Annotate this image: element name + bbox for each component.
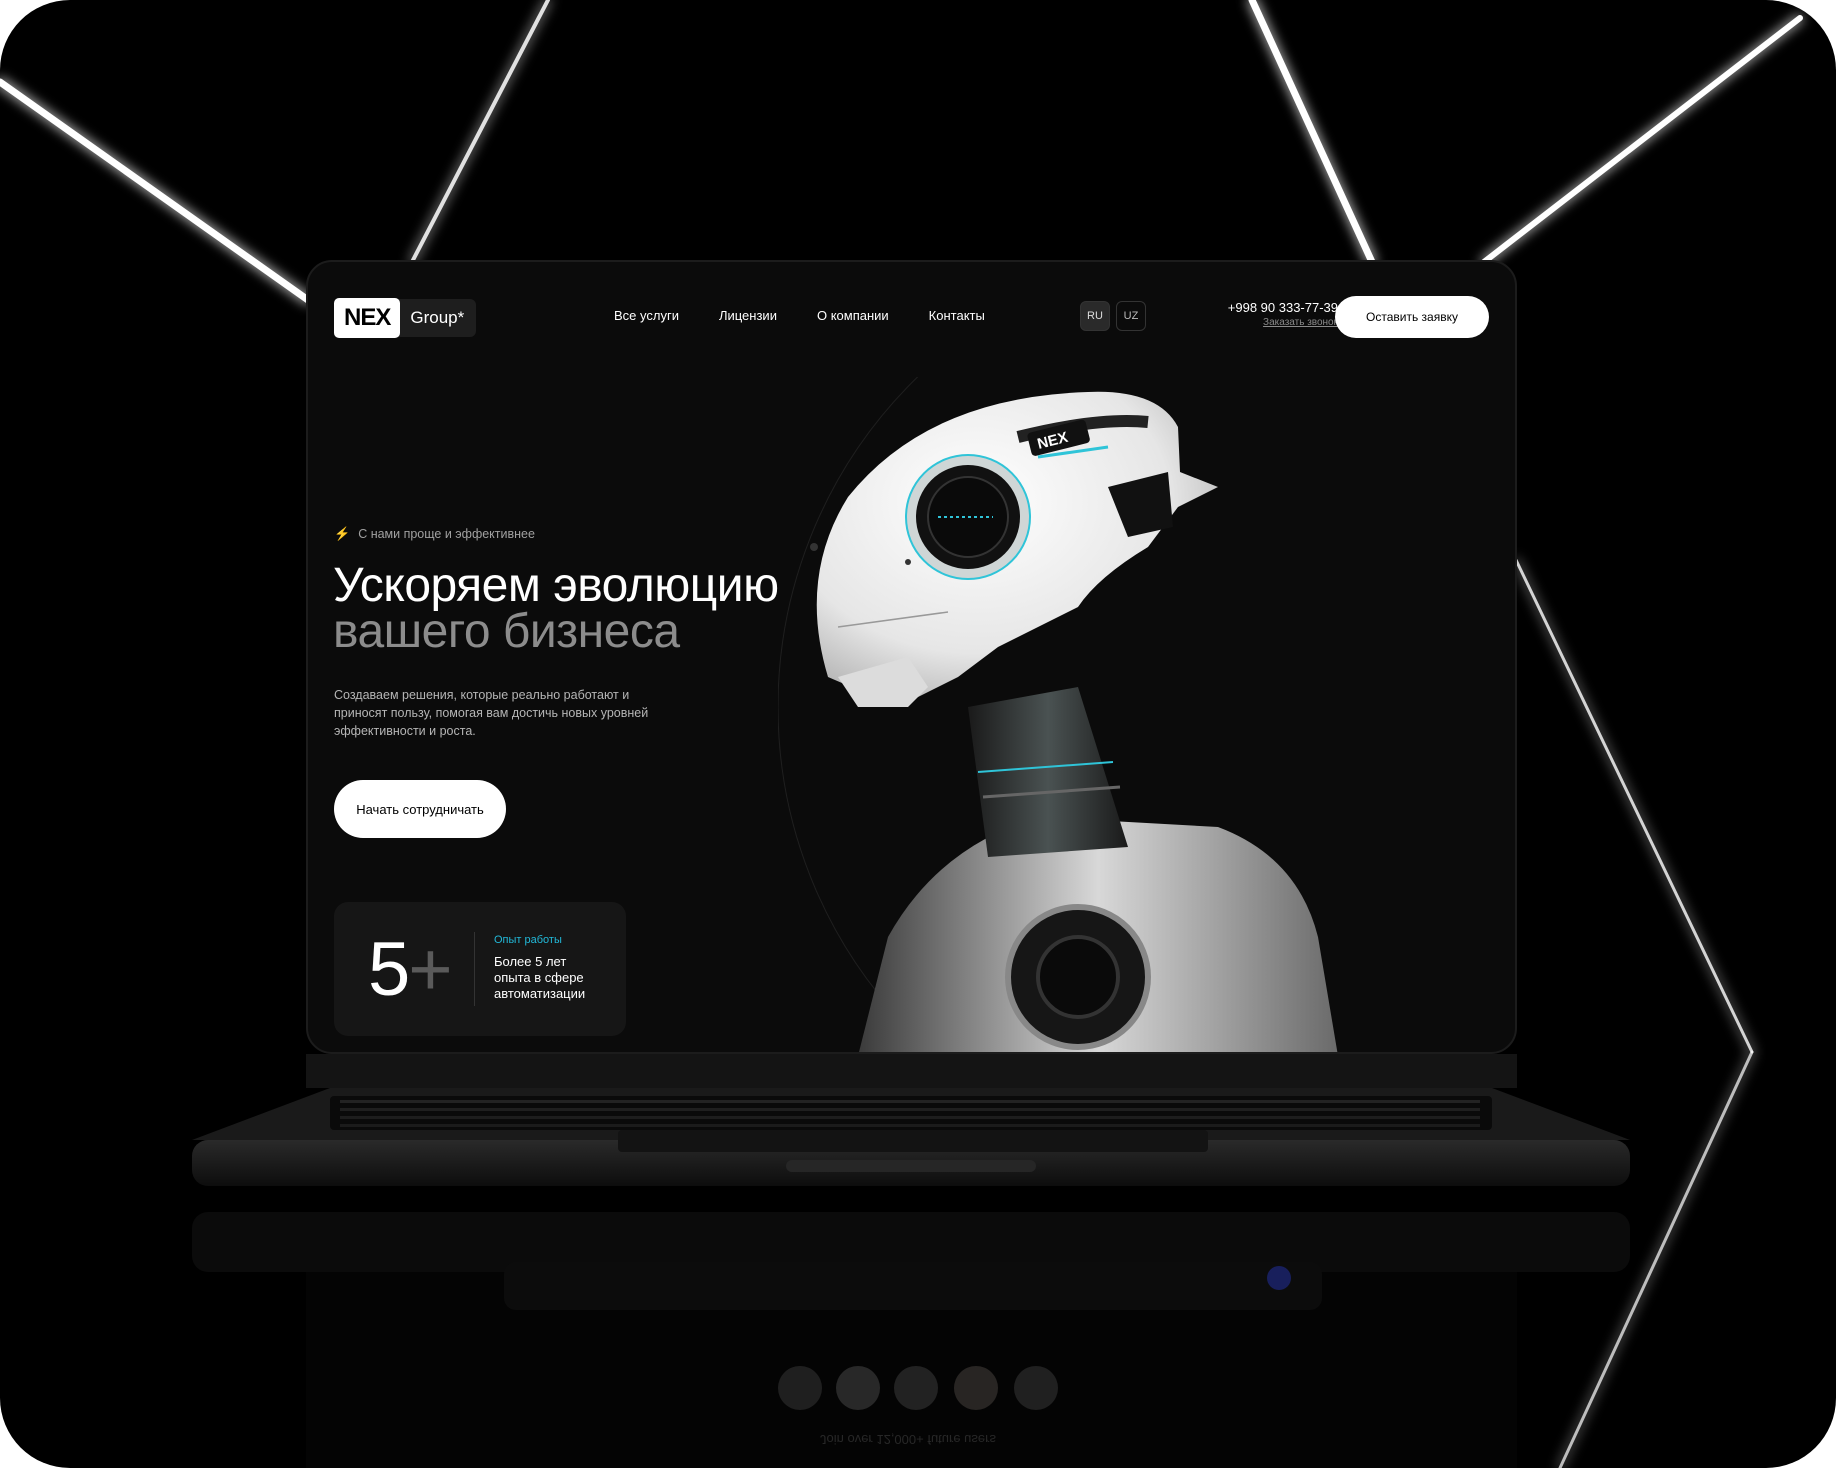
logo-text: Group*	[410, 308, 465, 327]
lang-uz-button[interactable]: UZ	[1116, 301, 1146, 331]
experience-label: Опыт работы	[494, 934, 562, 946]
experience-text: Более 5 лет опыта в сфере автоматизации	[494, 954, 586, 1001]
phone-number[interactable]: +998 90 333-77-39	[1196, 300, 1338, 315]
experience-card: 5+ Опыт работы Более 5 лет опыта в сфере…	[334, 902, 626, 1036]
laptop-deck	[192, 1054, 1630, 1186]
hero-title-line2: вашего бизнеса	[333, 605, 680, 658]
reflection-caption: Join over 12,000+ future users	[820, 1432, 996, 1447]
nav-item-services[interactable]: Все услуги	[614, 308, 679, 323]
nav-item-about[interactable]: О компании	[817, 308, 889, 323]
tagline-text: С нами проще и эффективнее	[358, 527, 535, 541]
contact-block: +998 90 333-77-39 Заказать звонок	[1196, 300, 1338, 328]
reflection	[192, 1212, 1630, 1468]
lightning-icon: ⚡	[334, 526, 351, 541]
experience-plus: +	[408, 927, 452, 1012]
logo[interactable]: NEX Group*	[334, 298, 477, 338]
leave-request-button[interactable]: Оставить заявку	[1335, 296, 1489, 338]
experience-value: 5	[368, 927, 410, 1012]
image-frame: Join over 12,000+ future users NEX Group…	[0, 0, 1836, 1468]
lang-ru-button[interactable]: RU	[1080, 301, 1110, 331]
site-header: NEX Group* Все услуги Лицензии О компани…	[308, 262, 1515, 372]
callback-link[interactable]: Заказать звонок	[1196, 317, 1338, 328]
language-switcher: RU UZ	[1080, 301, 1146, 331]
hero-description: Создаваем решения, которые реально работ…	[334, 688, 649, 738]
card-divider	[474, 932, 475, 1006]
hero-tagline: ⚡ С нами проще и эффективнее	[334, 526, 535, 542]
nav-item-contacts[interactable]: Контакты	[929, 308, 985, 323]
laptop-screen: NEX Group* Все услуги Лицензии О компани…	[306, 260, 1517, 1054]
nav-item-licenses[interactable]: Лицензии	[719, 308, 777, 323]
start-cooperation-button[interactable]: Начать сотрудничать	[334, 780, 506, 838]
experience-number: 5+	[368, 926, 453, 1013]
logo-mark: NEX	[334, 298, 401, 338]
robot-illustration: NEX	[778, 377, 1338, 1052]
main-menu: Все услуги Лицензии О компании Контакты	[614, 308, 985, 323]
